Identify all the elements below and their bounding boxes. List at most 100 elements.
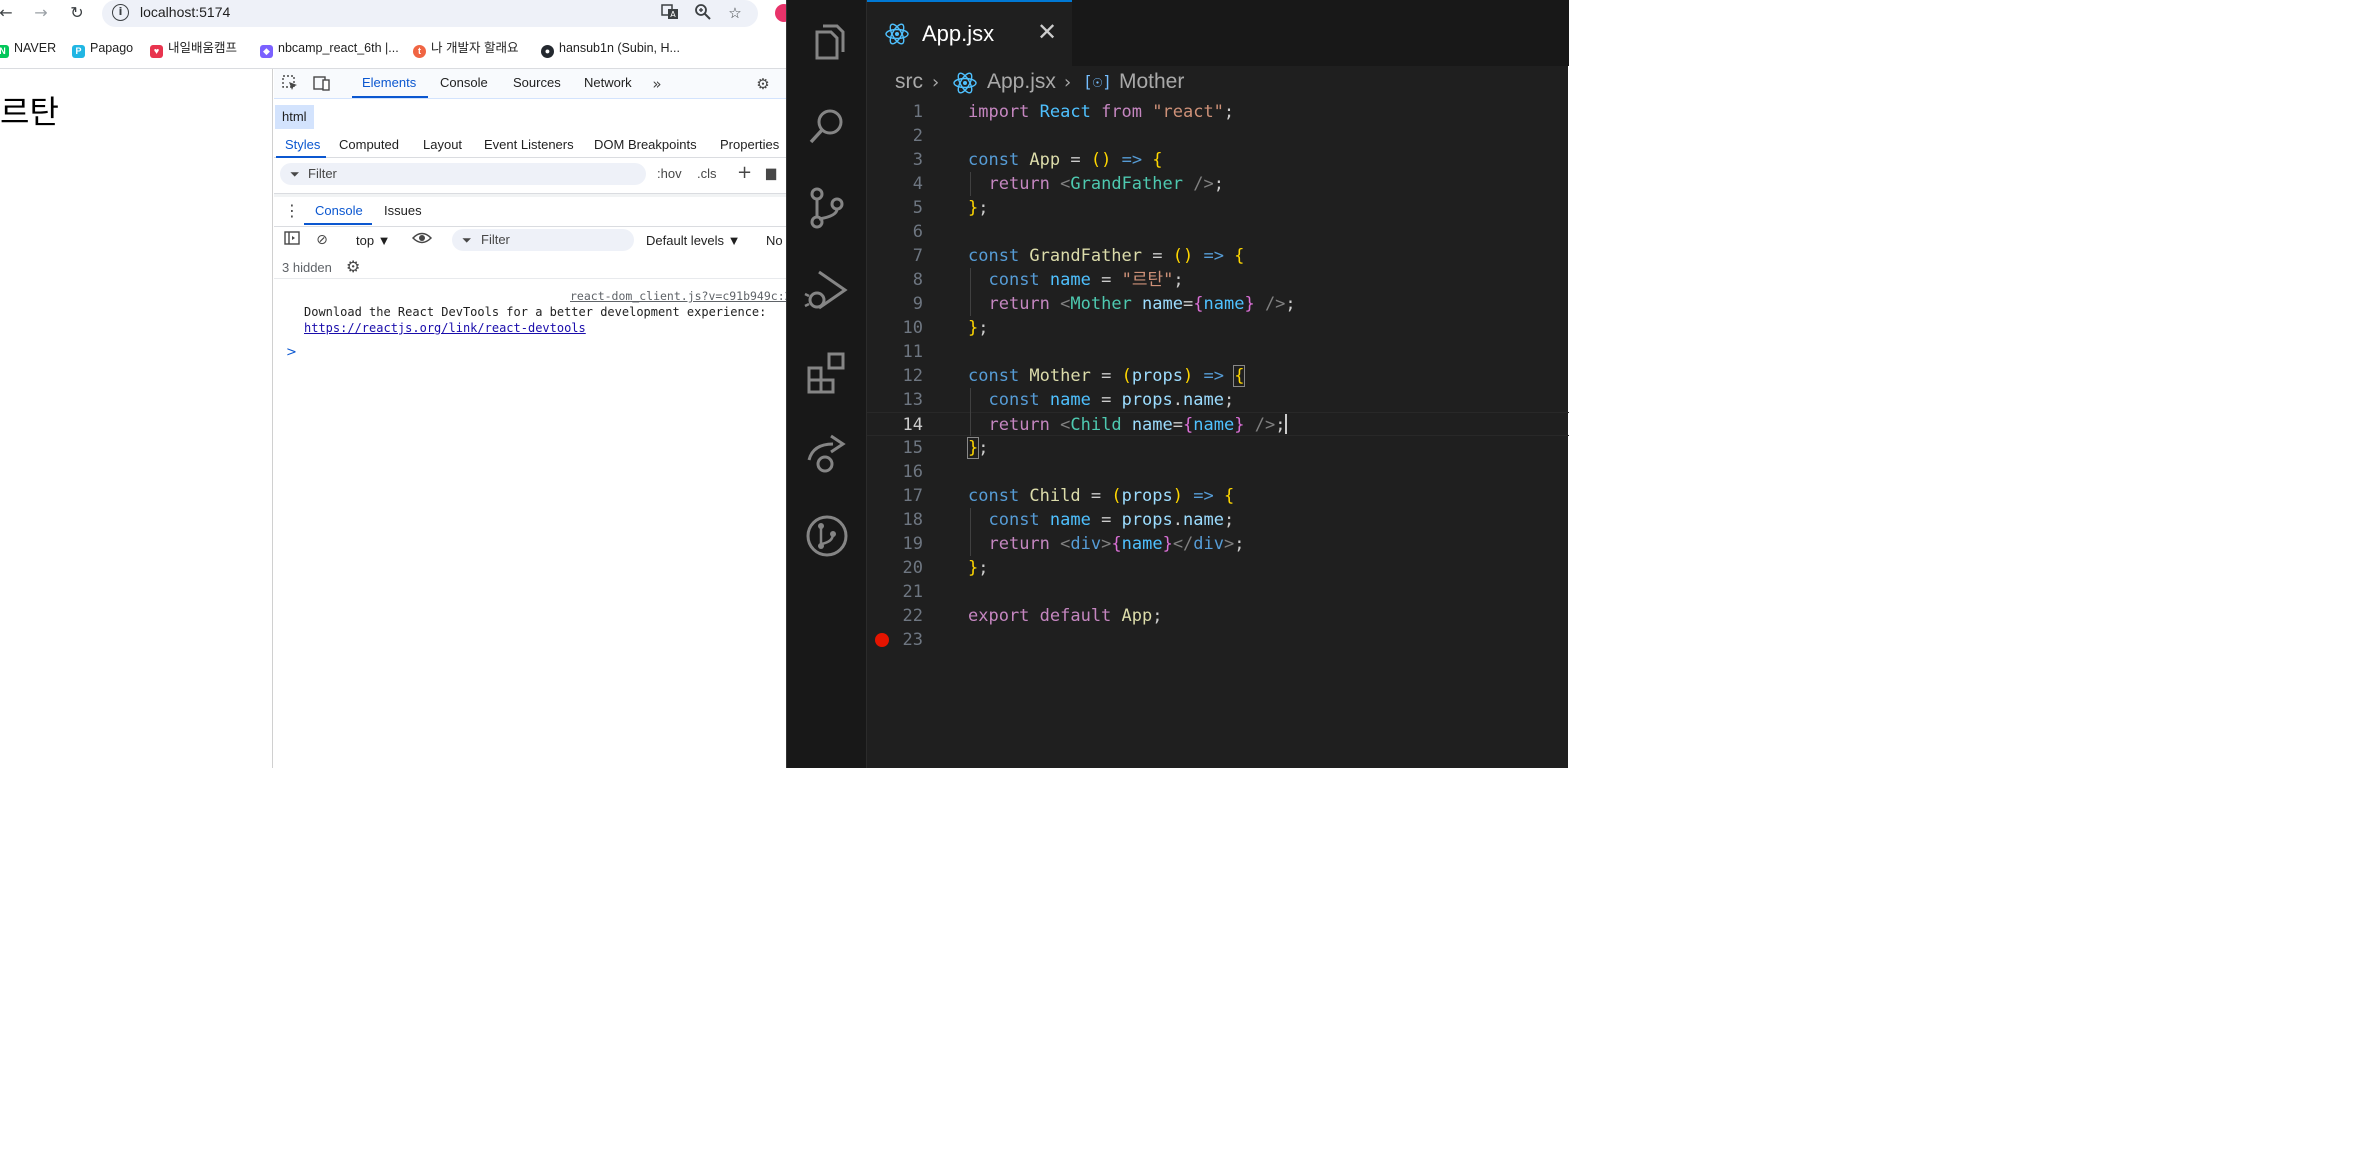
- code-line[interactable]: 3 const App = () => {: [867, 148, 1569, 172]
- tab-elements[interactable]: Elements: [362, 75, 416, 90]
- code-text: import React from "react";: [968, 102, 1245, 122]
- dom-breadcrumb[interactable]: html: [275, 105, 314, 129]
- extensions-icon[interactable]: [803, 348, 851, 396]
- device-toggle-icon[interactable]: [312, 74, 332, 94]
- zoom-icon[interactable]: [693, 3, 713, 23]
- bookmark-star-icon[interactable]: ☆: [725, 3, 745, 23]
- line-number: 21: [902, 582, 923, 602]
- hidden-count: 3 hidden: [282, 260, 332, 275]
- code-line[interactable]: 9 return <Mother name={name} />;: [867, 292, 1569, 316]
- url-text[interactable]: localhost:5174: [140, 4, 230, 20]
- bookmark-papago[interactable]: P Papago: [72, 39, 133, 58]
- code-text: };: [968, 558, 989, 578]
- sidebar-toggle-icon[interactable]: [282, 230, 302, 250]
- settings-gear-icon[interactable]: ⚙: [753, 74, 773, 94]
- tab-dom-breakpoints[interactable]: DOM Breakpoints: [594, 137, 697, 152]
- code-line[interactable]: 11: [867, 340, 1569, 364]
- line-number: 17: [902, 486, 923, 506]
- back-arrow-icon[interactable]: ←: [0, 2, 18, 24]
- active-drawer-tab-indicator: [304, 223, 372, 225]
- hov-toggle[interactable]: :hov: [657, 166, 682, 181]
- console-prompt[interactable]: >: [286, 345, 297, 360]
- code-line[interactable]: 13 const name = props.name;: [867, 388, 1569, 412]
- search-icon[interactable]: [803, 102, 851, 150]
- bookmark-nbcamp-react[interactable]: ◆ nbcamp_react_6th |...: [260, 39, 399, 58]
- code-line[interactable]: 14 return <Child name={name} />;: [867, 412, 1569, 436]
- inspect-element-icon[interactable]: [280, 74, 300, 94]
- live-expression-eye-icon[interactable]: [411, 230, 433, 250]
- console-filter-input[interactable]: ⏷ Filter: [452, 229, 634, 251]
- profile-avatar[interactable]: [775, 4, 786, 22]
- breadcrumb-app-jsx[interactable]: App.jsx: [987, 70, 1056, 94]
- more-options-icon[interactable]: ⋮: [284, 201, 300, 220]
- cls-toggle[interactable]: .cls: [697, 166, 717, 181]
- git-graph-icon[interactable]: [803, 512, 851, 560]
- code-line[interactable]: 17 const Child = (props) => {: [867, 484, 1569, 508]
- new-rule-plus-icon[interactable]: +: [737, 162, 752, 183]
- code-line[interactable]: 18 const name = props.name;: [867, 508, 1569, 532]
- message-source-link[interactable]: react-dom_client.js?v=c91b949c:21: [570, 289, 786, 303]
- bookmark-dev[interactable]: t나 개발자 할래요: [413, 39, 518, 58]
- clear-console-icon[interactable]: ⊘: [312, 230, 332, 250]
- line-number: 2: [912, 126, 923, 146]
- bookmark-github[interactable]: ● hansub1n (Subin, H...: [541, 39, 680, 58]
- live-share-icon[interactable]: [803, 430, 851, 478]
- react-icon: [884, 21, 910, 52]
- forward-arrow-icon[interactable]: →: [29, 2, 53, 24]
- issues-counter[interactable]: No: [766, 233, 783, 248]
- tab-network[interactable]: Network: [584, 75, 632, 90]
- breadcrumb-mother[interactable]: Mother: [1119, 70, 1184, 94]
- run-debug-icon[interactable]: [803, 266, 851, 314]
- code-line[interactable]: 5};: [867, 196, 1569, 220]
- log-levels-dropdown[interactable]: Default levels ▼: [646, 233, 741, 248]
- explorer-files-icon[interactable]: [803, 20, 851, 68]
- console-settings-gear-icon[interactable]: ⚙: [346, 257, 360, 276]
- tab-properties[interactable]: Properties: [720, 137, 779, 152]
- code-line[interactable]: 19 return <div>{name}</div>;: [867, 532, 1569, 556]
- address-bar[interactable]: i localhost:5174 A ☆: [102, 0, 758, 27]
- tab-event-listeners[interactable]: Event Listeners: [484, 137, 574, 152]
- reload-icon[interactable]: ↻: [65, 2, 89, 24]
- indent-guide: [970, 508, 971, 556]
- code-text: };: [968, 198, 989, 218]
- source-control-icon[interactable]: [803, 184, 851, 232]
- breadcrumb-src[interactable]: src: [895, 70, 923, 94]
- editor-tab-app-jsx[interactable]: App.jsx ✕: [867, 0, 1072, 66]
- bookmark-nbcamp[interactable]: ♥ 내일배움캠프: [150, 39, 237, 58]
- line-number: 3: [912, 150, 923, 170]
- code-line[interactable]: 1 import React from "react";: [867, 100, 1569, 124]
- code-line[interactable]: 10};: [867, 316, 1569, 340]
- react-devtools-link[interactable]: https://reactjs.org/link/react-devtools: [304, 321, 586, 335]
- code-line[interactable]: 22 export default App;: [867, 604, 1569, 628]
- code-line[interactable]: 2: [867, 124, 1569, 148]
- code-line[interactable]: 16: [867, 460, 1569, 484]
- tab-console[interactable]: Console: [440, 75, 488, 90]
- browser-toolbar: ← → ↻ i localhost:5174 A ☆: [0, 0, 786, 34]
- code-line[interactable]: 23: [867, 628, 1569, 652]
- code-line[interactable]: 7 const GrandFather = () => {: [867, 244, 1569, 268]
- code-editor[interactable]: 1 import React from "react"; 2 3 const App …: [867, 100, 1569, 768]
- code-line[interactable]: 21: [867, 580, 1569, 604]
- drawer-tab-console[interactable]: Console: [315, 203, 363, 218]
- code-text: return <div>{name}</div>;: [988, 534, 1245, 554]
- drawer-tab-issues[interactable]: Issues: [384, 203, 422, 218]
- more-tabs-icon[interactable]: »: [647, 74, 667, 94]
- paint-format-icon[interactable]: ▆: [766, 166, 776, 181]
- bookmark-naver[interactable]: N NAVER: [0, 39, 56, 58]
- tab-computed[interactable]: Computed: [339, 137, 399, 152]
- site-info-icon[interactable]: i: [112, 4, 129, 21]
- code-line[interactable]: 20};: [867, 556, 1569, 580]
- code-line[interactable]: 12 const Mother = (props) => {: [867, 364, 1569, 388]
- tab-layout[interactable]: Layout: [423, 137, 462, 152]
- styles-filter-input[interactable]: ⏷ Filter: [280, 163, 646, 185]
- code-line[interactable]: 4 return <GrandFather />;: [867, 172, 1569, 196]
- code-line[interactable]: 15};: [867, 436, 1569, 460]
- code-line[interactable]: 8 const name = "르탄";: [867, 268, 1569, 292]
- code-line[interactable]: 6: [867, 220, 1569, 244]
- translate-icon[interactable]: A: [660, 3, 680, 23]
- code-text: const Mother = (props) => {: [968, 365, 1246, 387]
- close-tab-icon[interactable]: ✕: [1037, 18, 1057, 46]
- tab-sources[interactable]: Sources: [513, 75, 561, 90]
- tab-styles[interactable]: Styles: [285, 137, 320, 152]
- context-selector[interactable]: top ▼: [356, 233, 391, 248]
